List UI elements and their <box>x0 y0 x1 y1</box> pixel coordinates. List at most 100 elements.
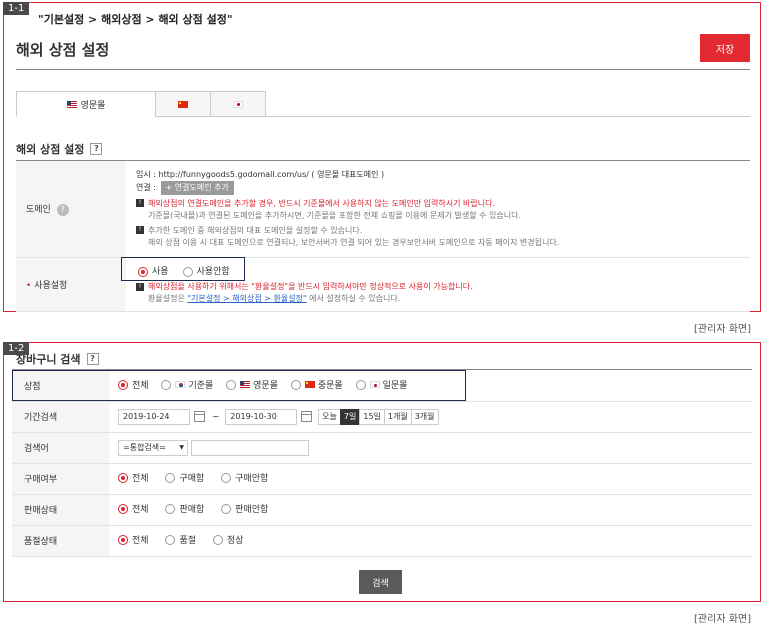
tab-chinese[interactable] <box>155 91 211 117</box>
radio-on-sale[interactable]: 판매함 <box>165 502 204 515</box>
period-3m-button[interactable]: 3개월 <box>410 408 439 425</box>
domain-label: 도메인 <box>26 204 51 215</box>
radio-purchased[interactable]: 구매함 <box>165 471 204 484</box>
notice-icon: ! <box>136 199 144 208</box>
table-row: 기간검색 2019-10-24 ~ 2019-10-30 오늘 7일 15일 1개월 3… <box>12 401 752 433</box>
add-domain-button[interactable]: + 연결도메인 추가 <box>160 180 234 195</box>
link-row: 연결 : + 연결도메인 추가 <box>136 180 740 195</box>
divider <box>16 69 750 70</box>
radio-icon <box>221 503 232 514</box>
notice-icon: ! <box>136 226 144 235</box>
radio-label: 판매함 <box>179 505 205 516</box>
domain-value-cell: 임시 : http://funnygoods5.godomall.com/us/… <box>126 161 750 258</box>
usage-label: 사용설정 <box>34 280 68 291</box>
tab-english[interactable]: 영문몰 <box>16 91 156 117</box>
section-title: 해외 상점 설정 ? <box>16 141 103 157</box>
page-title: 해외 상점 설정 <box>16 41 110 59</box>
radio-purchase-all[interactable]: 전체 <box>118 471 149 484</box>
highlight-box <box>121 257 245 281</box>
help-icon[interactable]: ? <box>90 143 103 155</box>
table-row: 구매여부 전체 구매함 구매안함 <box>12 463 752 495</box>
help-icon[interactable]: ? <box>86 353 99 365</box>
radio-icon <box>165 534 176 545</box>
section-title-text: 해외 상점 설정 <box>16 143 85 156</box>
radio-label: 전체 <box>132 474 149 485</box>
radio-normal[interactable]: 정상 <box>212 533 244 547</box>
notice-grey-text: 기준몰(국내몰)과 연결된 도메인을 추가하시면, 기준몰을 포함한 전체 쇼핑… <box>148 210 522 220</box>
calendar-icon[interactable] <box>301 411 313 422</box>
row-label: 구매여부 <box>12 463 110 495</box>
notice-1: ! 해외상점의 연결도메인을 추가할 경우, 반드시 기준몰에서 사용하지 않는 … <box>136 198 740 210</box>
usage-sub-notice: 환율설정은 "기본설정 > 해외상점 > 환율설정" 에서 설정하실 수 있습니… <box>136 293 740 305</box>
row-label: 품절상태 <box>12 525 110 557</box>
calendar-icon[interactable] <box>194 411 205 422</box>
radio-soldout-all[interactable]: 전체 <box>118 533 149 546</box>
start-date-input[interactable]: 2019-10-24 <box>118 408 190 425</box>
row-label: 판매상태 <box>12 494 110 526</box>
radio-label: 전체 <box>132 536 149 547</box>
notice-red-text: 해외상점의 연결도메인을 추가할 경우, 반드시 기준몰에서 사용하지 않는 도… <box>148 198 495 208</box>
radio-icon <box>165 472 176 483</box>
soldout-options: 전체 품절 정상 <box>110 525 752 557</box>
tab-label: 영문몰 <box>80 100 106 111</box>
search-type-select[interactable]: =통합검색= <box>118 439 188 456</box>
required-dot: • <box>26 280 32 291</box>
radio-soldout[interactable]: 품절 <box>165 533 196 546</box>
keyword-input[interactable] <box>191 439 309 456</box>
step-badge: 1-2 <box>3 342 30 355</box>
radio-sale-all[interactable]: 전체 <box>118 502 149 515</box>
domain-label-cell: 도메인 ? <box>16 161 126 258</box>
radio-icon <box>212 534 223 545</box>
radio-not-on-sale[interactable]: 판매안함 <box>221 502 268 515</box>
radio-label: 정상 <box>226 536 244 547</box>
row-label: 검색어 <box>12 432 110 464</box>
notice-red-text: 해외상점을 사용하기 위해서는 "환율설정"을 반드시 입력하셔야만 정상적으로… <box>148 282 473 291</box>
search-button[interactable]: 검색 <box>359 570 402 594</box>
radio-label: 구매함 <box>179 474 205 485</box>
notice-icon: ! <box>136 282 144 291</box>
cn-flag-icon <box>178 100 188 108</box>
period-7d-button[interactable]: 7일 <box>339 408 361 425</box>
radio-icon <box>118 534 128 545</box>
notice-prefix: 환율설정은 <box>148 294 188 303</box>
radio-label: 판매안함 <box>235 505 269 516</box>
table-row: 검색어 =통합검색= <box>12 432 752 464</box>
notice-2: ! 추가한 도메인 중 해외상점의 대표 도메인을 설정할 수 있습니다. <box>136 225 740 237</box>
jp-flag-icon <box>233 100 243 108</box>
notice-suffix: 에서 설정하실 수 있습니다. <box>306 294 401 303</box>
end-date-input[interactable]: 2019-10-30 <box>225 408 298 425</box>
temp-domain-text: 임시 : http://funnygoods5.godomall.com/us/… <box>136 169 385 179</box>
settings-table: 도메인 ? 임시 : http://funnygoods5.godomall.c… <box>16 161 750 312</box>
radio-icon <box>118 472 128 483</box>
us-flag-icon <box>66 100 77 108</box>
row-label: 기간검색 <box>12 401 110 433</box>
usage-notice: ! 해외상점을 사용하기 위해서는 "환율설정"을 반드시 입력하셔야만 정상적으… <box>136 281 740 293</box>
table-row: 판매상태 전체 판매함 판매안함 <box>12 494 752 526</box>
period-controls: 2019-10-24 ~ 2019-10-30 오늘 7일 15일 1개월 3개월 <box>110 401 752 433</box>
tab-japanese[interactable] <box>210 91 266 117</box>
highlight-box <box>12 370 466 401</box>
cart-search-panel: 장바구니 검색 ? 1-2 상점 전체 기준몰 영문몰 중문몰 일문몰 기간검색… <box>3 342 761 602</box>
period-today-button[interactable]: 오늘 <box>318 408 341 425</box>
step-badge: 1-1 <box>3 2 30 15</box>
radio-label: 품절 <box>179 536 196 547</box>
breadcrumb: "기본설정 > 해외상점 > 해외 상점 설정" <box>38 13 233 26</box>
period-1m-button[interactable]: 1개월 <box>383 408 412 425</box>
store-tabs: 영문몰 <box>16 91 750 117</box>
caption: [관리자 화면] <box>694 324 751 335</box>
save-button[interactable]: 저장 <box>700 34 750 62</box>
date-separator: ~ <box>211 412 220 422</box>
table-row: 도메인 ? 임시 : http://funnygoods5.godomall.c… <box>16 161 750 258</box>
keyword-controls: =통합검색= <box>110 432 752 464</box>
sale-options: 전체 판매함 판매안함 <box>110 494 752 526</box>
help-icon[interactable]: ? <box>56 203 69 216</box>
radio-label: 전체 <box>132 505 149 516</box>
exchange-rate-link[interactable]: "기본설정 > 해외상점 > 환율설정" <box>187 294 306 303</box>
notice-text: 해외 상점 이용 시 대표 도메인으로 연결되나, 보안서버가 연결 되어 있는… <box>148 237 560 247</box>
notice-text: 추가한 도메인 중 해외상점의 대표 도메인을 설정할 수 있습니다. <box>148 225 363 235</box>
radio-not-purchased[interactable]: 구매안함 <box>221 471 268 484</box>
radio-label: 구매안함 <box>235 474 269 485</box>
period-15d-button[interactable]: 15일 <box>359 408 385 425</box>
radio-icon <box>118 503 128 514</box>
link-label: 연결 : <box>136 182 156 192</box>
